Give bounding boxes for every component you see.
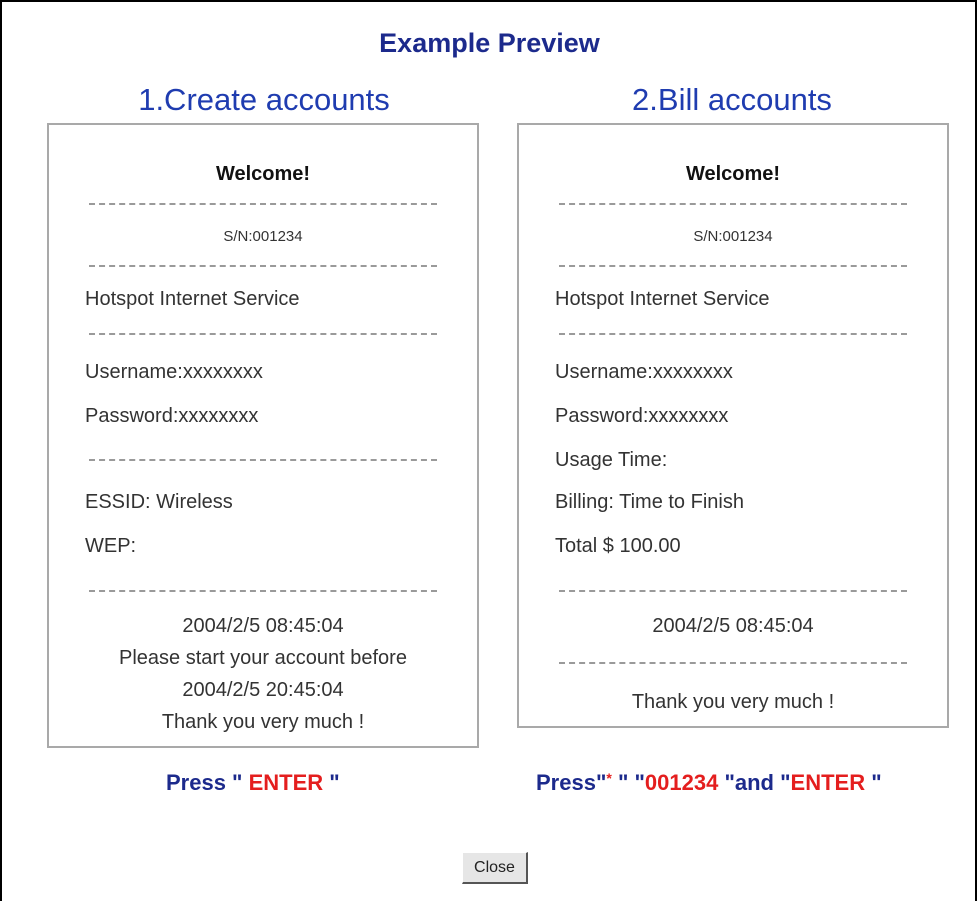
create-accounts-receipt: Welcome! S/N:001234 Hotspot Internet Ser… xyxy=(47,123,479,748)
billing-text: Billing: Time to Finish xyxy=(555,491,744,513)
usage-time-text: Usage Time: xyxy=(555,449,668,471)
instruction-suffix: " xyxy=(865,770,882,795)
start-notice-text: Please start your account before xyxy=(119,647,407,669)
datetime-text: 2004/2/5 08:45:04 xyxy=(182,615,344,637)
welcome-text: Welcome! xyxy=(215,163,311,185)
instruction-prefix: Press" xyxy=(536,770,607,795)
bill-accounts-receipt: Welcome! S/N:001234 Hotspot Internet Ser… xyxy=(517,123,949,728)
divider xyxy=(89,590,437,592)
instruction-suffix: " xyxy=(323,770,340,795)
essid-text: ESSID: Wireless xyxy=(85,491,233,513)
divider xyxy=(559,333,907,335)
username-text: Username:xxxxxxxx xyxy=(85,361,263,383)
divider xyxy=(559,265,907,267)
create-accounts-heading: 1.Create accounts xyxy=(138,82,390,117)
total-text: Total $ 100.00 xyxy=(555,535,681,557)
instruction-prefix: Press " xyxy=(166,770,249,795)
serial-code-text: 001234 xyxy=(644,770,719,795)
username-text: Username:xxxxxxxx xyxy=(555,361,733,383)
enter-key-text: ENTER xyxy=(790,770,866,795)
close-button[interactable]: Close xyxy=(462,852,528,884)
service-name: Hotspot Internet Service xyxy=(555,288,770,310)
divider xyxy=(559,203,907,205)
divider xyxy=(89,265,437,267)
divider xyxy=(559,662,907,664)
service-name: Hotspot Internet Service xyxy=(85,288,300,310)
thanks-text: Thank you very much ! xyxy=(631,691,835,713)
datetime-text: 2004/2/5 08:45:04 xyxy=(652,615,814,637)
instruction-quotes: " " xyxy=(611,770,645,795)
page-title: Example Preview xyxy=(379,28,600,58)
divider xyxy=(89,459,437,461)
bill-accounts-instruction: Press"* " "001234 "and "ENTER " xyxy=(536,770,882,796)
deadline-text: 2004/2/5 20:45:04 xyxy=(182,679,344,701)
password-text: Password:xxxxxxxx xyxy=(85,405,259,427)
instruction-and: "and " xyxy=(718,770,791,795)
password-text: Password:xxxxxxxx xyxy=(555,405,729,427)
serial-number: S/N:001234 xyxy=(693,228,773,245)
thanks-text: Thank you very much ! xyxy=(161,711,365,733)
welcome-text: Welcome! xyxy=(685,163,781,185)
enter-key-text: ENTER xyxy=(248,770,324,795)
bill-accounts-heading: 2.Bill accounts xyxy=(632,82,832,117)
serial-number: S/N:001234 xyxy=(223,228,303,245)
wep-text: WEP: xyxy=(85,535,137,557)
divider xyxy=(559,590,907,592)
divider xyxy=(89,203,437,205)
create-accounts-instruction: Press " ENTER " xyxy=(166,770,340,796)
divider xyxy=(89,333,437,335)
